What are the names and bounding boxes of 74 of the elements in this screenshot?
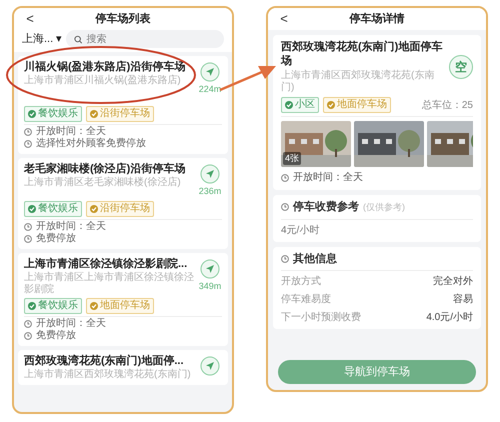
section-title: 其他信息 (293, 252, 337, 266)
check-icon (285, 101, 293, 109)
check-icon (90, 204, 98, 212)
tag-label: 地面停车场 (323, 97, 391, 113)
parking-name: 西郊玫瑰湾花苑(东南门)地面停车场 (281, 40, 444, 68)
parking-card[interactable]: 西郊玫瑰湾花苑(东南门)地面停... 上海市青浦区西郊玫瑰湾花苑(东南门) (18, 350, 228, 384)
check-icon (28, 302, 36, 310)
fee-value: 4元/小时 (281, 224, 320, 238)
parking-name: 川福火锅(盈港东路店)沿街停车场 (24, 60, 186, 74)
navigation-icon[interactable] (200, 356, 220, 376)
parking-address: 上海市青浦区川福火锅(盈港东路店) (24, 75, 182, 87)
section-title: 停车收费参考 (293, 200, 359, 215)
clock-icon (24, 140, 32, 148)
status-badge: 空 (449, 55, 473, 79)
search-icon (74, 34, 82, 44)
info-text: 免费停放 (36, 330, 76, 342)
back-button[interactable]: < (276, 9, 292, 29)
clock-icon (24, 332, 32, 340)
parking-name: 老毛家湘味楼(徐泾店)沿街停车场 (24, 162, 186, 176)
clock-icon (24, 320, 32, 328)
open-hours: 开放时间：全天 (293, 170, 363, 185)
info-label: 开放方式 (281, 274, 321, 289)
clock-icon (281, 254, 289, 263)
info-text: 开放时间：全天 (36, 318, 106, 330)
fee-note: (仅供参考) (363, 200, 405, 214)
clock-icon (24, 222, 32, 230)
check-icon (28, 204, 36, 212)
parking-address: 上海市青浦区老毛家湘味楼(徐泾店) (24, 177, 182, 189)
info-text: 开放时间：全天 (36, 126, 106, 138)
info-label: 下一小时预测收费 (281, 310, 361, 325)
parking-card[interactable]: 川福火锅(盈港东路店)沿街停车场 上海市青浦区川福火锅(盈港东路店) 224m 餐饮娱乐 沿街停车场 开放时间：全天 选择性对外顾客免费停放 (18, 56, 228, 154)
tag-label: 餐饮娱乐 (24, 298, 82, 314)
navigation-icon[interactable] (200, 62, 220, 82)
parking-address: 上海市青浦区上海市青浦区徐泾镇徐泾影剧院 (24, 272, 194, 296)
tag-label: 沿街停车场 (86, 200, 154, 216)
info-text: 免费停放 (36, 232, 76, 244)
parking-card[interactable]: 上海市青浦区徐泾镇徐泾影剧院... 上海市青浦区上海市青浦区徐泾镇徐泾影剧院 349m 餐饮娱乐 地面停车场 开放时间：全天 免费停放 (18, 252, 228, 346)
parking-address: 上海市青浦区西郊玫瑰湾花苑(东南门) (281, 70, 436, 94)
city-selector[interactable]: 上海... ▾ (22, 30, 62, 48)
tag-label: 小区 (281, 97, 319, 113)
navigation-icon[interactable] (200, 164, 220, 184)
photo-count-badge: 4张 (283, 152, 302, 165)
navigation-icon[interactable] (200, 258, 220, 278)
tag-label: 餐饮娱乐 (24, 200, 82, 216)
clock-icon (24, 128, 32, 136)
parking-name: 上海市青浦区徐泾镇徐泾影剧院... (24, 256, 188, 270)
check-icon (28, 110, 36, 118)
info-value: 容易 (453, 292, 473, 307)
parking-card[interactable]: 老毛家湘味楼(徐泾店)沿街停车场 上海市青浦区老毛家湘味楼(徐泾店) 236m 餐饮娱乐 沿街停车场 开放时间：全天 免费停放 (18, 158, 228, 248)
info-value: 4.0元/小时 (426, 310, 473, 325)
screen-title: 停车场详情 (348, 12, 406, 27)
distance-label: 236m (198, 185, 222, 198)
tag-label: 沿街停车场 (86, 106, 154, 122)
clock-icon (24, 234, 32, 242)
check-icon (90, 110, 98, 118)
check-icon (327, 101, 335, 109)
distance-label: 224m (198, 83, 222, 96)
total-spaces: 总车位：25 (422, 98, 473, 112)
check-icon (90, 302, 98, 310)
info-value: 完全对外 (433, 274, 473, 289)
tag-label: 地面停车场 (86, 298, 154, 314)
distance-label: 349m (198, 280, 222, 292)
screen-title: 停车场列表 (94, 12, 152, 27)
clock-icon (281, 174, 289, 182)
search-input[interactable]: 搜索 (86, 32, 216, 46)
parking-address: 上海市青浦区西郊玫瑰湾花苑(东南门) (24, 368, 192, 380)
info-text: 选择性对外顾客免费停放 (36, 138, 146, 150)
info-label: 停车难易度 (281, 292, 331, 307)
back-button[interactable]: < (22, 9, 38, 29)
clock-icon (281, 203, 289, 212)
parking-name: 西郊玫瑰湾花苑(东南门)地面停... (24, 354, 184, 368)
tag-label: 餐饮娱乐 (24, 106, 82, 122)
search-field[interactable]: 搜索 (66, 30, 224, 48)
info-text: 开放时间：全天 (36, 220, 106, 232)
